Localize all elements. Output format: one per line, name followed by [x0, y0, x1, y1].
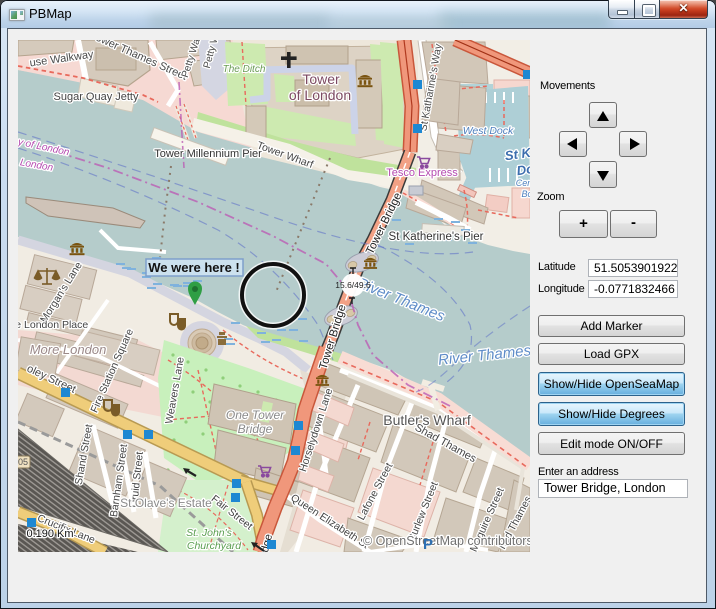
svg-text:Petty W: Petty W — [202, 40, 222, 70]
svg-text:St Olave's Estate: St Olave's Estate — [120, 496, 212, 510]
svg-text:0.190 Km: 0.190 Km — [26, 528, 73, 540]
svg-text:ower Thames Street: ower Thames Street — [94, 40, 189, 83]
svg-text:© OpenStreetMap contributors: © OpenStreetMap contributors — [363, 534, 530, 548]
svg-text:Tower Millennium Pier: Tower Millennium Pier — [154, 148, 262, 160]
svg-text:Weavers Lane: Weavers Lane — [163, 356, 187, 425]
svg-text:St. John's: St. John's — [186, 527, 233, 539]
svg-text:Churchyard: Churchyard — [187, 540, 242, 552]
svg-text:of London: of London — [289, 87, 351, 103]
svg-text:Bo: Bo — [521, 189, 530, 199]
svg-text:Morgan's Lane: Morgan's Lane — [38, 260, 85, 325]
svg-text:Cen: Cen — [516, 178, 530, 188]
svg-text:Shand Street: Shand Street — [73, 423, 95, 486]
svg-text:re London Place: re London Place — [18, 319, 88, 331]
svg-text:Do: Do — [516, 161, 530, 178]
svg-text:use Walkway: use Walkway — [29, 49, 95, 70]
svg-text:y of London: y of London — [18, 137, 71, 159]
svg-text:Sugar Quay Jetty: Sugar Quay Jetty — [54, 91, 139, 103]
svg-text:London: London — [19, 157, 54, 174]
svg-text:River Thames: River Thames — [437, 342, 530, 369]
svg-text:Tower Wharf: Tower Wharf — [255, 139, 315, 170]
svg-text:St Katherine's Pier: St Katherine's Pier — [389, 231, 484, 243]
svg-text:Bridge: Bridge — [238, 422, 273, 436]
svg-text:Shad Thames: Shad Thames — [413, 422, 479, 466]
svg-text:Tower Bridge: Tower Bridge — [364, 191, 404, 257]
svg-text:05: 05 — [18, 457, 28, 467]
svg-text:Tower: Tower — [302, 71, 340, 87]
svg-text:More London: More London — [30, 342, 107, 357]
svg-text:P: P — [423, 536, 433, 552]
svg-text:Queen Elizabeth St: Queen Elizabeth St — [288, 492, 370, 551]
svg-text:Lafone Street: Lafone Street — [355, 461, 395, 522]
svg-text:Tower Bridge: Tower Bridge — [318, 303, 349, 371]
svg-text:One Tower: One Tower — [226, 408, 285, 422]
svg-text:Petty Wal: Petty Wal — [180, 40, 204, 79]
svg-text:The Ditch: The Ditch — [223, 64, 266, 75]
svg-text:15.6/49.6: 15.6/49.6 — [335, 280, 371, 290]
svg-text:West Dock: West Dock — [463, 125, 514, 137]
svg-text:Tesco Express: Tesco Express — [386, 167, 458, 179]
svg-text:We were here !: We were here ! — [148, 260, 240, 275]
svg-text:St Ka: St Ka — [504, 144, 530, 163]
